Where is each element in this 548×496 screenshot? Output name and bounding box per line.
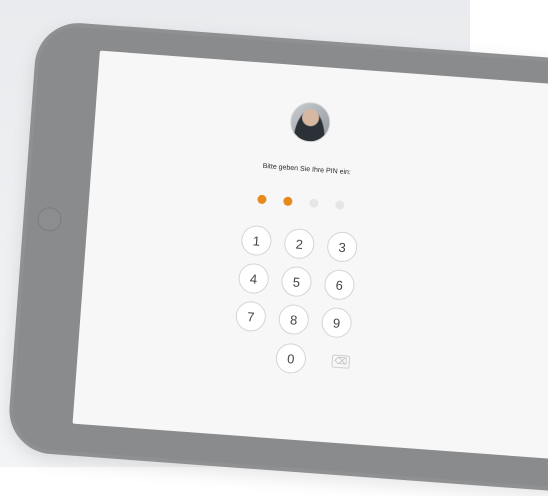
key-7-button[interactable]: 7 [234,300,267,333]
pin-indicator [249,194,358,214]
avatar [288,100,332,144]
tablet-device: Bitte geben Sie Ihre PIN ein: 1 2 3 4 5 … [6,20,548,496]
pin-keypad: 1 2 3 4 5 6 7 8 9 0 ⌫ [230,224,382,405]
pin-dot-empty [309,198,319,209]
key-8-button[interactable]: 8 [277,303,310,336]
delete-icon[interactable]: ⌫ [331,354,351,369]
pin-dot-filled [257,194,267,205]
key-2-button[interactable]: 2 [283,227,316,260]
key-6-button[interactable]: 6 [323,268,356,301]
key-0-button[interactable]: 0 [274,342,307,375]
pin-dot-empty [334,200,345,210]
key-4-button[interactable]: 4 [237,262,270,295]
key-9-button[interactable]: 9 [320,306,353,339]
key-3-button[interactable]: 3 [326,230,359,263]
key-1-button[interactable]: 1 [240,224,273,257]
pin-dot-filled [283,196,293,207]
key-5-button[interactable]: 5 [280,265,313,298]
tablet-screen: Bitte geben Sie Ihre PIN ein: 1 2 3 4 5 … [72,50,548,463]
pin-prompt: Bitte geben Sie Ihre PIN ein: [262,162,352,177]
